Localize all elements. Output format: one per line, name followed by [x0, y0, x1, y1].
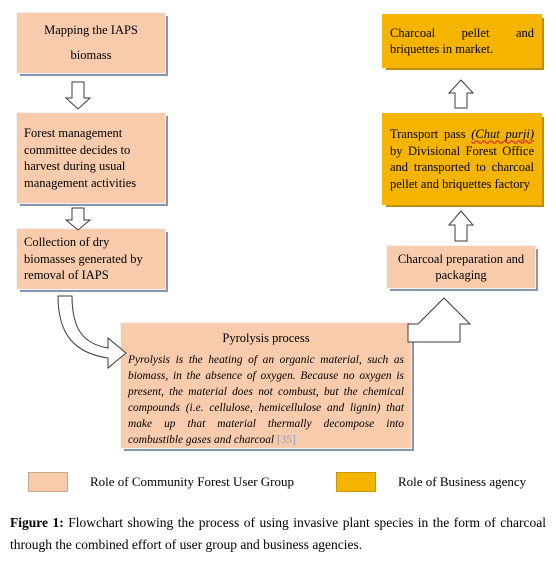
transport-text-after: by Divisional Forest Office and transpor…: [390, 143, 534, 191]
flow-box-collection-of-dry-biomasses: Collection of dry biomasses generated by…: [16, 228, 166, 290]
flow-box-committee-label: Forest management committee decides to h…: [24, 126, 137, 190]
flow-box-market-label: Charcoal pellet and briquettes in market…: [390, 25, 534, 57]
flow-box-charcoal-prep-label: Charcoal preparation and packaging: [397, 251, 525, 283]
legend-label-community-group: Role of Community Forest User Group: [90, 474, 295, 489]
flow-box-pyrolysis-process: Pyrolysis process Pyrolysis is the heati…: [120, 322, 412, 449]
pyrolysis-description: Pyrolysis is the heating of an organic m…: [121, 352, 411, 449]
figure-caption-text: Flowchart showing the process of using i…: [10, 515, 546, 552]
transport-nepali-term: (Chut purji): [471, 127, 534, 141]
figure-caption: Figure 1: Flowchart showing the process …: [10, 512, 546, 556]
arrow-transport-to-market-icon: [447, 79, 475, 109]
flow-box-transport-label: Transport pass (Chut purji) by Divisiona…: [383, 126, 541, 192]
figure-container: Mapping the IAPS biomass Forest manageme…: [0, 0, 556, 583]
arrow-charcoal-prep-to-transport-icon: [447, 210, 475, 242]
arrow-mapping-to-committee-icon: [64, 81, 92, 110]
flow-box-mapping-label: Mapping the IAPS biomass: [44, 23, 138, 62]
arrow-committee-to-collection-icon: [64, 207, 92, 231]
legend-label-business-agency: Role of Business agency: [398, 474, 527, 489]
flow-box-charcoal-in-market: Charcoal pellet and briquettes in market…: [382, 14, 542, 68]
flow-box-transport-pass: Transport pass (Chut purji) by Divisiona…: [382, 113, 542, 205]
flow-box-charcoal-preparation-packaging: Charcoal preparation and packaging: [386, 245, 536, 289]
flow-box-collection-label: Collection of dry biomasses generated by…: [24, 235, 143, 283]
legend-item-community-forest-user-group: Role of Community Forest User Group: [28, 472, 294, 492]
flow-box-mapping-iaps-biomass: Mapping the IAPS biomass: [16, 12, 166, 74]
transport-text-before: Transport pass: [390, 127, 472, 141]
legend: Role of Community Forest User Group Role…: [0, 468, 556, 502]
pyrolysis-citation-reference: [35]: [276, 434, 296, 447]
legend-swatch-community-group: [28, 472, 68, 492]
pyrolysis-title: Pyrolysis process: [222, 331, 310, 345]
legend-item-business-agency: Role of Business agency: [336, 472, 526, 492]
arrow-pyrolysis-to-charcoal-prep-icon: [407, 297, 472, 343]
flow-box-forest-management-committee: Forest management committee decides to h…: [16, 112, 166, 204]
legend-swatch-business-agency: [336, 472, 376, 492]
figure-caption-label: Figure 1:: [10, 515, 64, 530]
pyrolysis-description-text: Pyrolysis is the heating of an organic m…: [128, 353, 404, 447]
arrow-collection-to-pyrolysis-icon: [57, 295, 127, 370]
